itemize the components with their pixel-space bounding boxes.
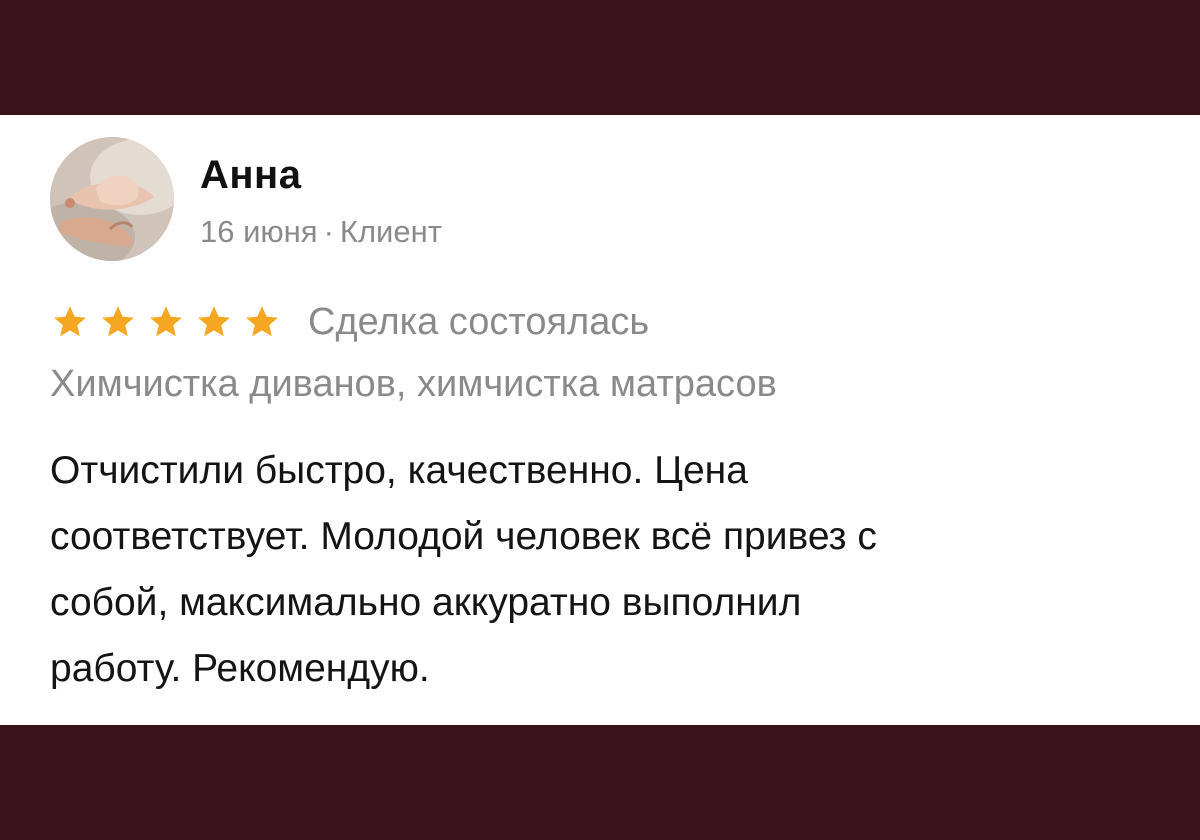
star-icon — [102, 306, 134, 337]
author-name: Анна — [200, 153, 302, 197]
review-meta: 16 июня · Клиент — [200, 214, 442, 250]
rating-row: Сделка состоялась — [50, 297, 649, 347]
review-text: Отчистили быстро, качественно. Цена соот… — [50, 449, 877, 690]
deal-status: Сделка состоялась — [308, 300, 650, 343]
avatar-photo — [50, 137, 174, 261]
review-date: 16 июня — [200, 214, 318, 249]
service-list: Химчистка диванов, химчистка матрасов — [50, 363, 777, 405]
avatar[interactable] — [50, 137, 174, 261]
meta-separator: · — [323, 214, 334, 249]
star-icon — [54, 306, 86, 337]
star-icon — [150, 306, 182, 337]
star-icon — [198, 306, 230, 337]
star-rating — [50, 303, 290, 341]
author-role: Клиент — [339, 214, 442, 249]
star-icon — [246, 306, 278, 337]
review-card: Анна 16 июня · Клиент Сделка состоялась Хи… — [0, 115, 1200, 725]
